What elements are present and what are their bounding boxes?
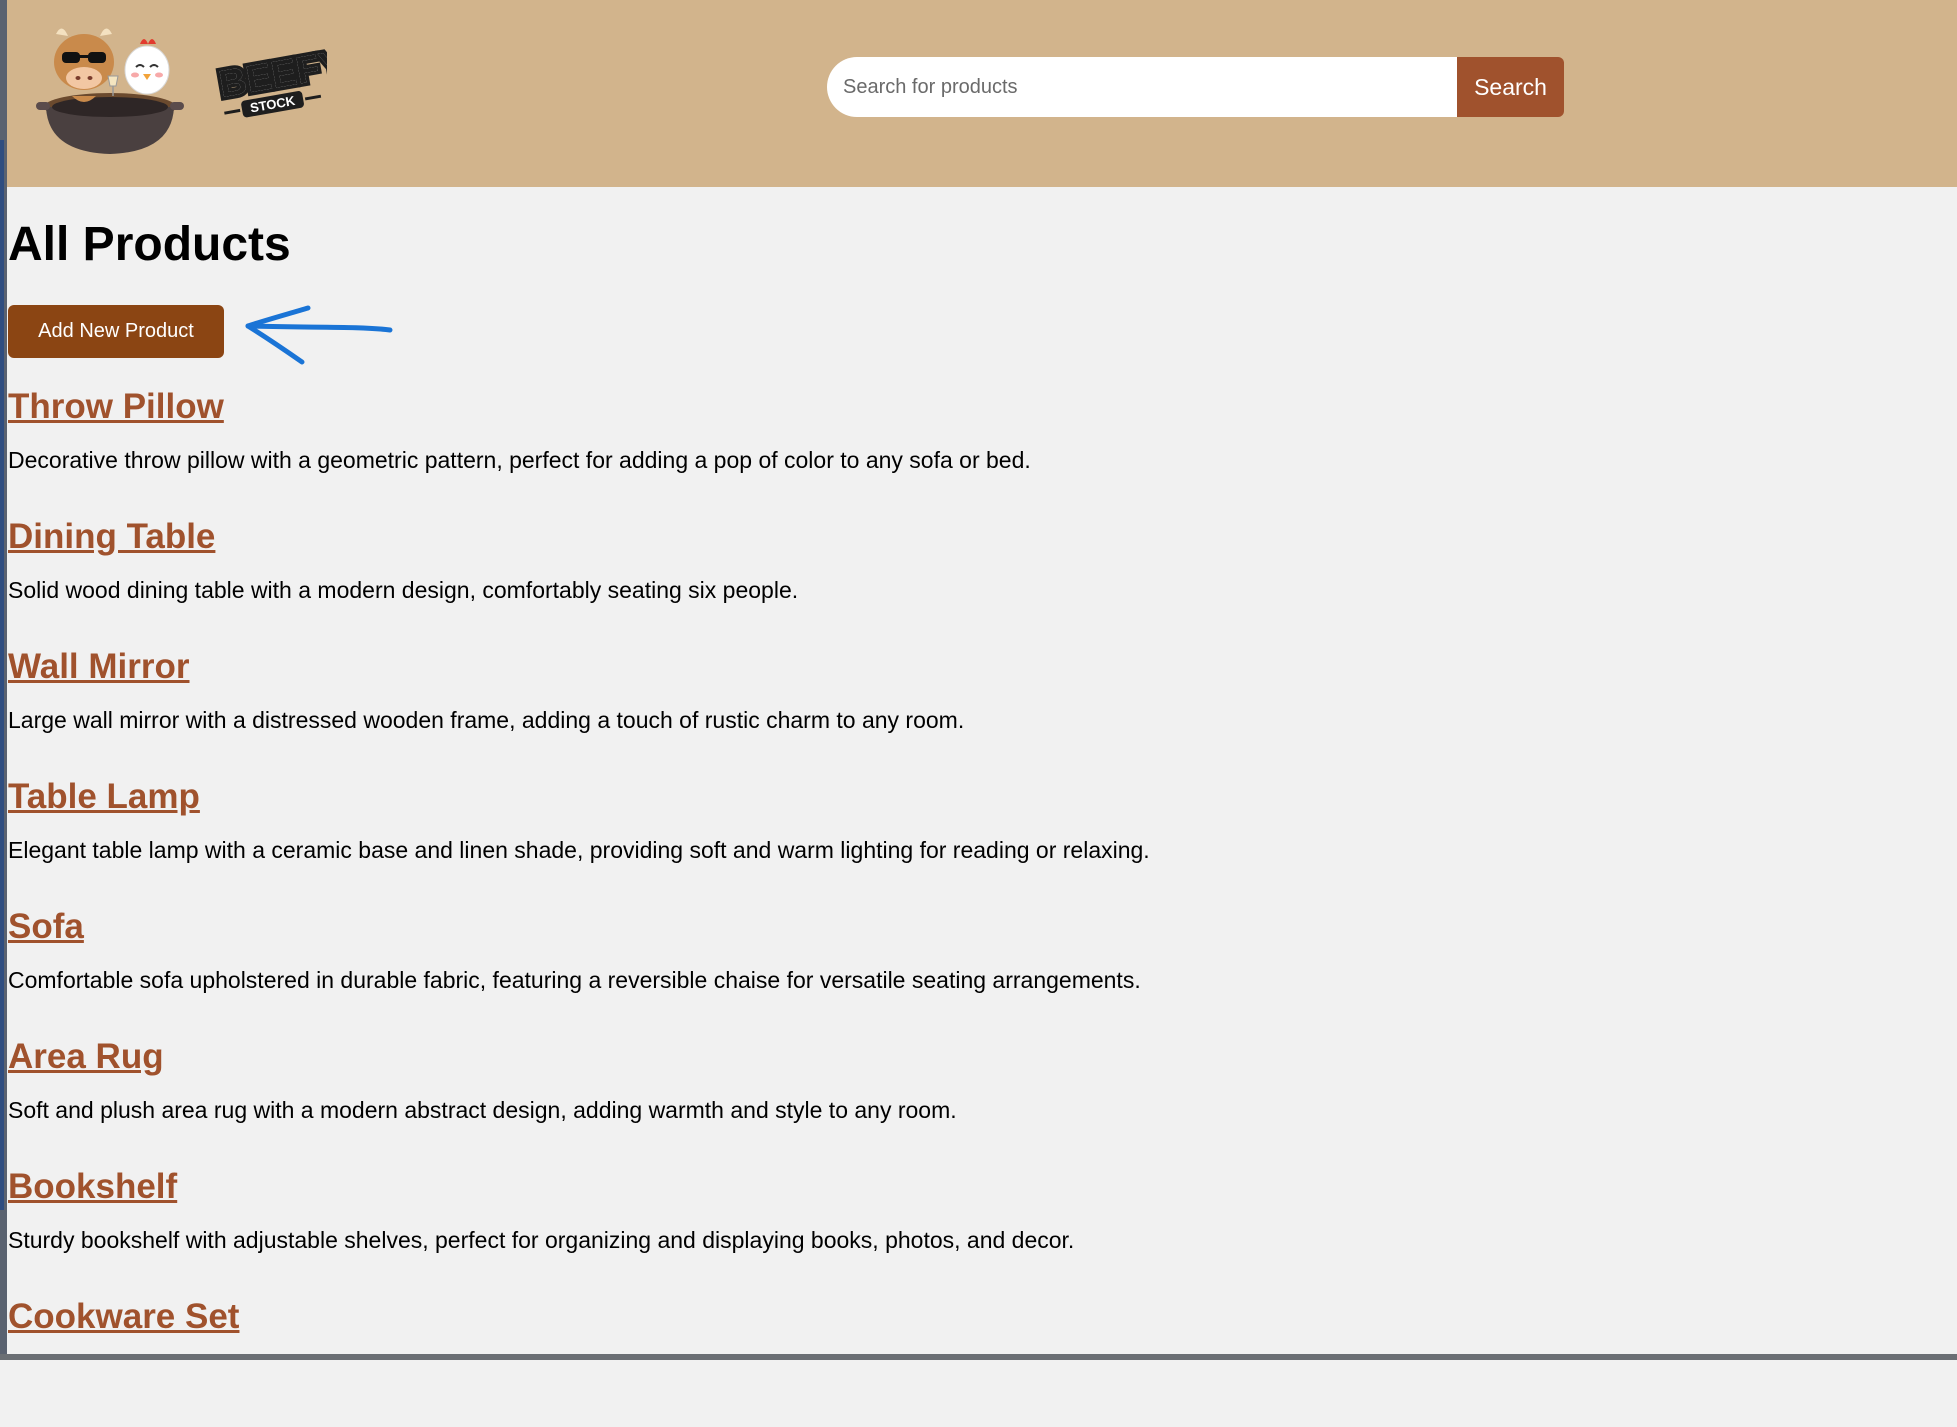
- list-item: Dining Table Solid wood dining table wit…: [8, 517, 1908, 647]
- product-description: Comfortable sofa upholstered in durable …: [8, 967, 1141, 993]
- list-item: Sofa Comfortable sofa upholstered in dur…: [8, 907, 1908, 1037]
- product-link[interactable]: Sofa: [8, 907, 84, 947]
- window-bottom-border: [0, 1354, 1957, 1360]
- list-item: Area Rug Soft and plush area rug with a …: [8, 1037, 1908, 1167]
- cow-chicken-pot-logo-icon[interactable]: [32, 12, 187, 157]
- product-description: Elegant table lamp with a ceramic base a…: [8, 837, 1150, 863]
- product-description: Soft and plush area rug with a modern ab…: [8, 1097, 957, 1123]
- product-description: Large wall mirror with a distressed wood…: [8, 707, 965, 733]
- product-description: Decorative throw pillow with a geometric…: [8, 447, 1031, 473]
- product-link[interactable]: Table Lamp: [8, 777, 200, 817]
- product-description: Sturdy bookshelf with adjustable shelves…: [8, 1227, 1075, 1253]
- product-link[interactable]: Dining Table: [8, 517, 215, 557]
- annotation-arrow-icon: [245, 305, 393, 365]
- add-new-product-button[interactable]: Add New Product: [8, 305, 224, 358]
- search-bar: Search: [827, 57, 1564, 117]
- search-input[interactable]: [827, 57, 1457, 117]
- site-header: BEEFY BEEFY STOCK Search: [7, 0, 1957, 187]
- product-link[interactable]: Bookshelf: [8, 1167, 177, 1207]
- list-item: Cookware Set: [8, 1297, 1908, 1427]
- window-left-border: [0, 0, 7, 1360]
- product-list: Throw Pillow Decorative throw pillow wit…: [8, 387, 1908, 1427]
- product-link[interactable]: Cookware Set: [8, 1297, 239, 1337]
- list-item: Table Lamp Elegant table lamp with a cer…: [8, 777, 1908, 907]
- product-link[interactable]: Area Rug: [8, 1037, 164, 1077]
- beefy-stock-wordmark-logo[interactable]: BEEFY BEEFY STOCK: [212, 44, 327, 124]
- product-description: Solid wood dining table with a modern de…: [8, 577, 799, 603]
- page-title: All Products: [8, 218, 291, 271]
- window-accent: [0, 140, 4, 1210]
- list-item: Wall Mirror Large wall mirror with a dis…: [8, 647, 1908, 777]
- list-item: Throw Pillow Decorative throw pillow wit…: [8, 387, 1908, 517]
- list-item: Bookshelf Sturdy bookshelf with adjustab…: [8, 1167, 1908, 1297]
- search-button[interactable]: Search: [1457, 57, 1564, 117]
- product-link[interactable]: Throw Pillow: [8, 387, 224, 427]
- product-link[interactable]: Wall Mirror: [8, 647, 190, 687]
